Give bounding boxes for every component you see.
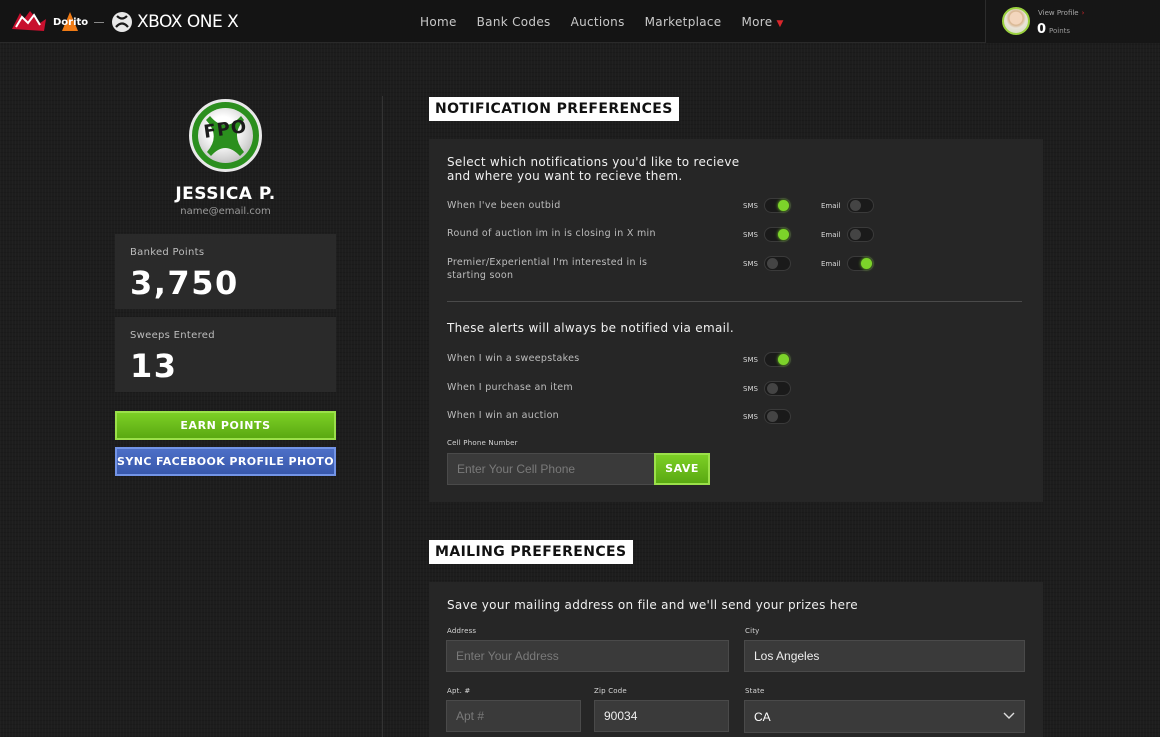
- user-email: name@email.com: [180, 206, 271, 217]
- sweeps-entered-card: Sweeps Entered 13: [115, 317, 336, 392]
- view-profile-label: View Profile: [1038, 9, 1079, 17]
- sweeps-entered-value: 13: [130, 347, 178, 385]
- premier-sms-toggle[interactable]: [764, 256, 791, 271]
- sms-label: SMS: [743, 260, 758, 268]
- email-label: Email: [821, 231, 841, 239]
- purchase-sms-toggle[interactable]: [764, 381, 791, 396]
- toggle-knob: [778, 229, 789, 240]
- banked-points-card: Banked Points 3,750: [115, 234, 336, 309]
- always-email-heading: These alerts will always be notified via…: [447, 321, 734, 335]
- toggle-knob: [778, 200, 789, 211]
- city-label: City: [745, 627, 760, 635]
- chevron-down-icon: ▼: [776, 18, 784, 29]
- outbid-email-toggle[interactable]: [847, 198, 874, 213]
- notif-row-closing-label: Round of auction im in is closing in X m…: [447, 228, 656, 239]
- sync-facebook-photo-button[interactable]: SYNC FACEBOOK PROFILE PHOTO: [115, 447, 336, 476]
- top-nav-bar: Doritos XBOX ONE X Home Bank Codes Aucti…: [0, 0, 1160, 43]
- points-label: Points: [1049, 27, 1071, 35]
- view-profile-link[interactable]: View Profile ›: [1038, 9, 1084, 17]
- save-phone-button[interactable]: SAVE: [654, 453, 710, 485]
- address-label: Address: [447, 627, 477, 635]
- premier-email-toggle[interactable]: [847, 256, 874, 271]
- outbid-sms-toggle[interactable]: [764, 198, 791, 213]
- notification-intro: Select which notifications you'd like to…: [447, 155, 739, 183]
- section-divider: [447, 301, 1022, 302]
- zip-code-input[interactable]: [594, 700, 729, 732]
- notification-intro-line-2: and where you want to recieve them.: [447, 169, 683, 183]
- earn-points-button[interactable]: EARN POINTS: [115, 411, 336, 440]
- toggle-knob: [767, 383, 778, 394]
- avatar[interactable]: [1002, 7, 1030, 35]
- sms-label: SMS: [743, 231, 758, 239]
- toggle-knob: [767, 258, 778, 269]
- apt-input[interactable]: [446, 700, 581, 732]
- nav-bank-codes[interactable]: Bank Codes: [477, 15, 551, 29]
- closing-sms-toggle[interactable]: [764, 227, 791, 242]
- nav-more-label: More: [741, 14, 773, 29]
- notif-row-premier-label: Premier/Experiential I'm interested in i…: [447, 256, 647, 282]
- brand-logos[interactable]: Doritos XBOX ONE X: [10, 8, 239, 36]
- chevron-down-icon: [1003, 712, 1015, 719]
- email-label: Email: [821, 260, 841, 268]
- always-row-purchase-label: When I purchase an item: [447, 382, 573, 393]
- toggle-knob: [850, 229, 861, 240]
- mailing-intro: Save your mailing address on file and we…: [447, 598, 858, 612]
- sweepstakes-sms-toggle[interactable]: [764, 352, 791, 367]
- sms-label: SMS: [743, 202, 758, 210]
- svg-text:Doritos: Doritos: [53, 17, 88, 28]
- profile-avatar: FPO: [189, 99, 262, 172]
- state-value: CA: [754, 710, 771, 724]
- brand-title: XBOX ONE X: [137, 12, 239, 32]
- toggle-knob: [861, 258, 872, 269]
- nav-home[interactable]: Home: [420, 15, 457, 29]
- nav-auctions[interactable]: Auctions: [571, 15, 625, 29]
- banked-points-value: 3,750: [130, 264, 239, 302]
- sweeps-entered-label: Sweeps Entered: [130, 330, 215, 341]
- state-select[interactable]: CA: [744, 700, 1025, 733]
- cell-phone-input[interactable]: [447, 453, 655, 485]
- banked-points-label: Banked Points: [130, 247, 205, 258]
- brand-divider: [94, 21, 104, 23]
- toggle-knob: [850, 200, 861, 211]
- closing-email-toggle[interactable]: [847, 227, 874, 242]
- notif-row-premier-line-2: starting soon: [447, 270, 514, 281]
- always-row-sweepstakes-label: When I win a sweepstakes: [447, 353, 580, 364]
- zip-code-label: Zip Code: [594, 687, 627, 695]
- notif-row-outbid-label: When I've been outbid: [447, 200, 561, 211]
- auction-sms-toggle[interactable]: [764, 409, 791, 424]
- nav-more[interactable]: More ▼: [741, 15, 783, 29]
- cell-phone-label: Cell Phone Number: [447, 439, 518, 447]
- email-label: Email: [821, 202, 841, 210]
- points-count: 0: [1037, 22, 1047, 37]
- xbox-sphere-icon: [112, 12, 132, 32]
- address-input[interactable]: [446, 640, 729, 672]
- apt-label: Apt. #: [447, 687, 471, 695]
- mountain-dew-logo: [10, 9, 48, 35]
- nav-marketplace[interactable]: Marketplace: [645, 15, 722, 29]
- profile-summary[interactable]: View Profile › 0 Points: [985, 0, 1160, 43]
- toggle-knob: [778, 354, 789, 365]
- toggle-knob: [767, 411, 778, 422]
- doritos-logo: Doritos: [52, 9, 94, 35]
- column-divider: [382, 96, 383, 737]
- city-input[interactable]: [744, 640, 1025, 672]
- sms-label: SMS: [743, 385, 758, 393]
- notification-preferences-title: NOTIFICATION PREFERENCES: [429, 97, 679, 121]
- user-name: JESSICA P.: [175, 184, 276, 204]
- always-row-auction-label: When I win an auction: [447, 410, 559, 421]
- sms-label: SMS: [743, 413, 758, 421]
- mailing-preferences-title: MAILING PREFERENCES: [429, 540, 633, 564]
- sms-label: SMS: [743, 356, 758, 364]
- notif-row-premier-line-1: Premier/Experiential I'm interested in i…: [447, 257, 648, 268]
- state-label: State: [745, 687, 765, 695]
- main-nav: Home Bank Codes Auctions Marketplace Mor…: [420, 0, 804, 43]
- chevron-right-icon: ›: [1081, 9, 1085, 17]
- notification-intro-line-1: Select which notifications you'd like to…: [447, 155, 740, 169]
